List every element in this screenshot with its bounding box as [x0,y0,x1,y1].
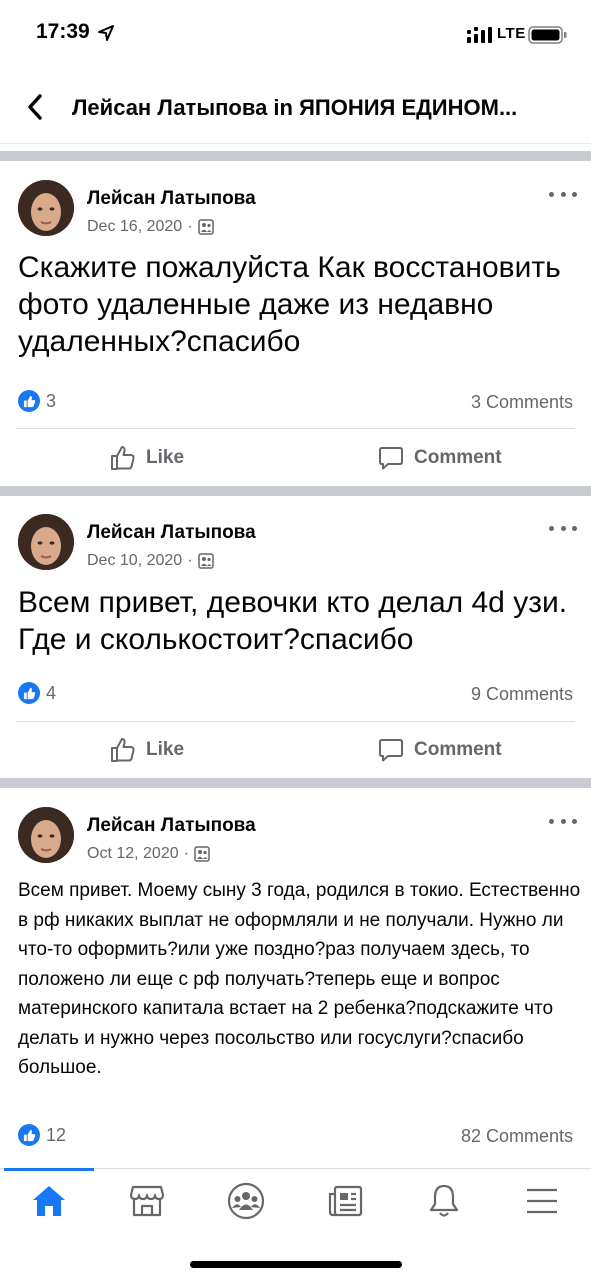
location-arrow-icon [98,25,114,41]
avatar-photo [18,807,74,863]
nav-header: Лейсан Латыпова in ЯПОНИЯ ЕДИНОМ... [0,72,591,144]
comments-count[interactable]: 82 Comments [461,1126,573,1147]
active-tab-indicator [4,1168,94,1171]
post-date[interactable]: Dec 10, 2020 [87,552,182,570]
avatar[interactable] [18,180,74,236]
status-time: 17:39 [36,20,90,43]
post-card: Лейсан Латыпова Oct 12, 2020 · Всем прив… [0,788,591,1168]
marketplace-icon [129,1185,165,1217]
reaction-count: 4 [46,682,57,703]
post-divider [16,428,575,429]
tab-menu[interactable] [512,1179,572,1223]
like-reaction-icon [18,1124,40,1146]
like-label: Like [146,739,185,760]
feed-divider [0,778,591,788]
post-divider [16,721,575,722]
like-button[interactable]: Like [110,737,184,763]
tab-news[interactable] [315,1179,375,1223]
avatar-photo [18,180,74,236]
thumbs-up-icon [111,446,135,470]
post-date[interactable]: Oct 12, 2020 [87,845,179,863]
chevron-left-icon [28,94,42,120]
post-text: Скажите пожалуйста Как восстановить фото… [18,251,561,358]
post-date[interactable]: Dec 16, 2020 [87,218,182,236]
feed-divider [0,486,591,496]
feed-divider [0,151,591,161]
comment-button[interactable]: Comment [378,737,502,763]
comment-button[interactable]: Comment [378,445,502,471]
meta-separator: · [183,845,189,862]
author-name[interactable]: Лейсан Латыпова [87,815,256,837]
more-options-icon[interactable] [549,521,577,535]
tab-marketplace[interactable] [117,1179,177,1223]
post-card: Лейсан Латыпова Dec 16, 2020 · Скажите п… [0,161,591,486]
avatar[interactable] [18,807,74,863]
bell-icon [429,1184,459,1217]
status-bar: 17:39 LTE [0,0,591,72]
reaction-count: 3 [46,390,57,411]
author-name[interactable]: Лейсан Латыпова [87,522,256,544]
reaction-count: 12 [46,1124,67,1145]
menu-icon [527,1188,557,1214]
network-type: LTE [497,25,526,42]
author-name[interactable]: Лейсан Латыпова [87,188,256,210]
post-text: Всем привет, девочки кто делал 4d узи. Г… [18,586,568,656]
like-button[interactable]: Like [110,445,184,471]
more-options-icon[interactable] [549,814,577,828]
post-text: Всем привет. Моему сыну 3 года, родился … [18,880,581,1078]
comment-icon [379,447,403,470]
comments-count[interactable]: 9 Comments [471,684,573,705]
more-options-icon[interactable] [549,187,577,201]
battery-icon [528,26,567,44]
post-meta: Dec 10, 2020 · [87,552,214,570]
group-audience-icon [197,219,214,235]
like-label: Like [146,447,185,468]
like-reaction-icon [18,682,40,704]
page-title: Лейсан Латыпова in ЯПОНИЯ ЕДИНОМ... [72,95,518,120]
meta-separator: · [187,218,193,235]
avatar[interactable] [18,514,74,570]
comments-count[interactable]: 3 Comments [471,392,573,413]
news-icon [328,1185,363,1217]
group-audience-icon [197,553,214,569]
thumbs-up-icon [111,738,135,762]
comment-label: Comment [414,447,502,468]
like-reaction-icon [18,390,40,412]
home-indicator[interactable] [190,1261,402,1268]
reaction-summary[interactable]: 12 [18,1124,66,1146]
avatar-photo [18,514,74,570]
post-meta: Dec 16, 2020 · [87,218,214,236]
groups-icon [227,1182,265,1220]
meta-separator: · [187,552,193,569]
back-button[interactable] [18,90,52,124]
home-icon [33,1186,65,1216]
reaction-summary[interactable]: 3 [18,390,56,412]
tab-home[interactable] [19,1179,79,1223]
tab-bar [0,1168,591,1280]
post-card: Лейсан Латыпова Dec 10, 2020 · Всем прив… [0,496,591,778]
signal-icon [467,27,492,43]
tab-notifications[interactable] [414,1179,474,1223]
comment-label: Comment [414,739,502,760]
comment-icon [379,739,403,762]
reaction-summary[interactable]: 4 [18,682,56,704]
group-audience-icon [194,846,210,862]
post-meta: Oct 12, 2020 · [87,845,210,863]
tab-groups[interactable] [216,1179,276,1223]
